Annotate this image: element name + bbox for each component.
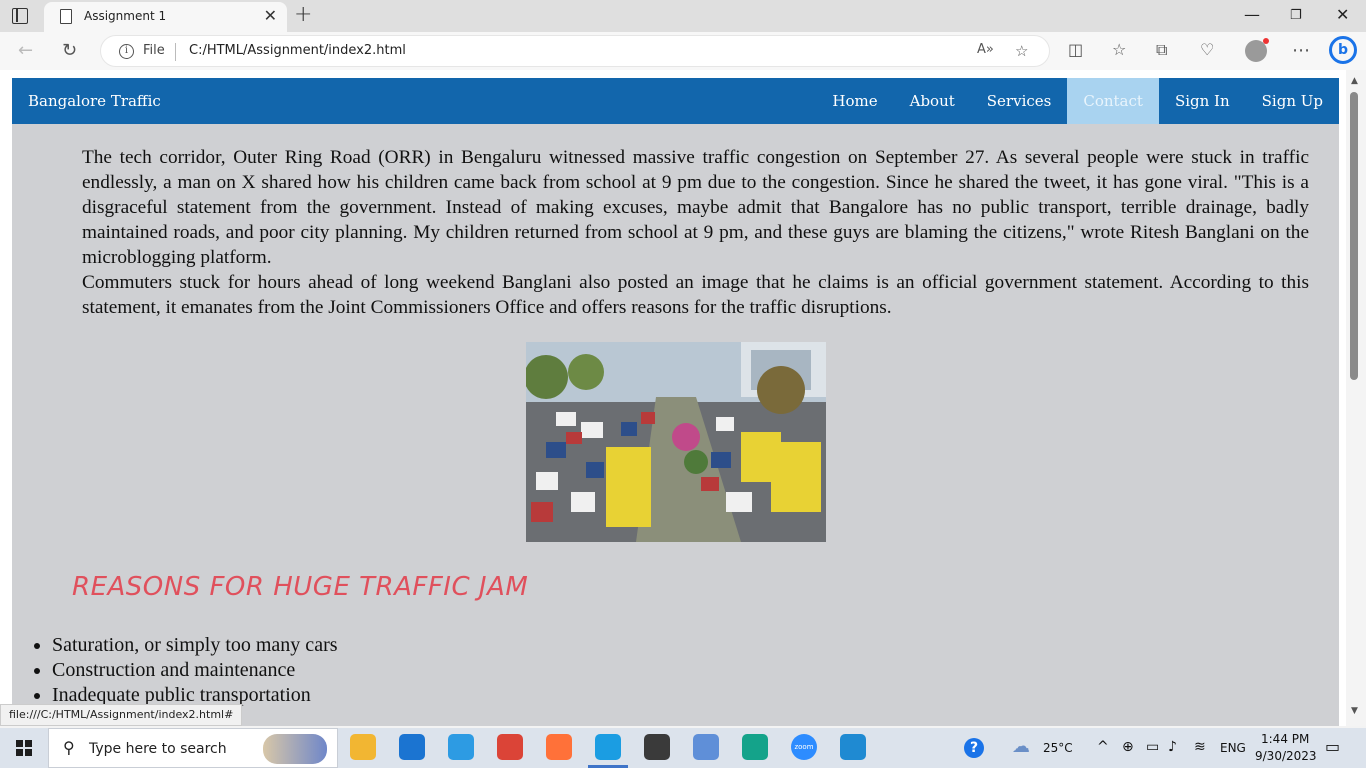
traffic-jam-photo bbox=[526, 342, 826, 542]
file-explorer-icon[interactable] bbox=[350, 734, 376, 760]
internet-explorer-icon[interactable] bbox=[448, 734, 474, 760]
help-icon[interactable]: ? bbox=[964, 738, 984, 758]
edge-icon[interactable] bbox=[595, 734, 621, 760]
tab-actions-icon[interactable] bbox=[12, 8, 28, 24]
taskbar-search-placeholder: Type here to search bbox=[89, 741, 227, 757]
url-text[interactable]: C:/HTML/Assignment/index2.html bbox=[189, 43, 406, 58]
browser-essentials-icon[interactable]: ♡ bbox=[1200, 40, 1214, 59]
tab-title: Assignment 1 bbox=[84, 9, 167, 23]
mail-icon[interactable] bbox=[399, 734, 425, 760]
weather-temperature[interactable]: 25°C bbox=[1043, 741, 1073, 755]
vertical-scrollbar[interactable]: ▲ ▼ bbox=[1346, 70, 1366, 726]
zoom-icon[interactable]: zoom bbox=[791, 734, 817, 760]
more-options-icon[interactable]: ⋯ bbox=[1292, 40, 1310, 61]
notifications-icon[interactable]: ▭ bbox=[1325, 737, 1340, 756]
refresh-icon[interactable]: ↻ bbox=[62, 40, 77, 61]
list-item: Construction and maintenance bbox=[52, 658, 338, 683]
article-text: The tech corridor, Outer Ring Road (ORR)… bbox=[82, 145, 1309, 320]
site-brand[interactable]: Bangalore Traffic bbox=[28, 92, 161, 110]
input-language[interactable]: ENG bbox=[1220, 741, 1246, 755]
search-highlight-image bbox=[263, 734, 327, 764]
split-screen-icon[interactable]: ◫ bbox=[1068, 40, 1083, 59]
page-viewport: Bangalore Traffic Home About Services Co… bbox=[0, 70, 1366, 726]
article-paragraph-1: The tech corridor, Outer Ring Road (ORR)… bbox=[82, 147, 1309, 268]
reasons-heading: REASONS FOR HUGE TRAFFIC JAM bbox=[72, 572, 529, 602]
windows-start-icon[interactable] bbox=[16, 740, 32, 756]
url-divider bbox=[175, 43, 176, 61]
scroll-up-icon[interactable]: ▲ bbox=[1351, 76, 1358, 86]
read-aloud-icon[interactable]: A» bbox=[977, 42, 994, 57]
windows-taskbar: ⚲ Type here to search zoom ? ☁ 25°C ^ ⊕ … bbox=[0, 728, 1366, 768]
collections-icon[interactable]: ⧉ bbox=[1156, 40, 1167, 60]
chrome-icon[interactable] bbox=[497, 734, 523, 760]
battery-saver-icon[interactable]: ⊕ bbox=[1122, 739, 1134, 755]
article-paragraph-2: Commuters stuck for hours ahead of long … bbox=[82, 272, 1309, 318]
profile-avatar[interactable] bbox=[1245, 38, 1269, 62]
copilot-icon[interactable]: b bbox=[1329, 36, 1357, 64]
new-tab-button[interactable]: + bbox=[294, 2, 312, 27]
close-window-button[interactable]: ✕ bbox=[1336, 5, 1349, 24]
restore-button[interactable]: ❐ bbox=[1290, 8, 1302, 23]
tab-strip: Assignment 1 ✕ + — ❐ ✕ bbox=[0, 0, 1366, 32]
nav-contact[interactable]: Contact bbox=[1067, 78, 1159, 124]
taskbar-search-box[interactable]: ⚲ Type here to search bbox=[48, 728, 338, 768]
nav-services[interactable]: Services bbox=[971, 78, 1068, 124]
remote-desktop-icon[interactable] bbox=[693, 734, 719, 760]
nav-about[interactable]: About bbox=[894, 78, 971, 124]
page-favicon-icon bbox=[60, 9, 72, 24]
page-body: Bangalore Traffic Home About Services Co… bbox=[12, 78, 1339, 726]
search-icon: ⚲ bbox=[63, 738, 75, 757]
nav-home[interactable]: Home bbox=[816, 78, 893, 124]
firefox-icon[interactable] bbox=[546, 734, 572, 760]
close-tab-icon[interactable]: ✕ bbox=[264, 6, 277, 25]
nav-sign-up[interactable]: Sign Up bbox=[1246, 78, 1339, 124]
favorite-star-icon[interactable]: ☆ bbox=[1015, 42, 1028, 60]
favorites-icon[interactable]: ☆ bbox=[1112, 40, 1126, 59]
terminal-icon[interactable] bbox=[644, 734, 670, 760]
back-icon[interactable]: ← bbox=[18, 40, 33, 61]
scroll-down-icon[interactable]: ▼ bbox=[1351, 706, 1358, 716]
wifi-icon[interactable]: ≋ bbox=[1194, 739, 1206, 755]
minimize-button[interactable]: — bbox=[1244, 5, 1260, 24]
power-automate-icon[interactable] bbox=[742, 734, 768, 760]
info-icon[interactable]: i bbox=[119, 44, 134, 59]
weather-icon[interactable]: ☁ bbox=[1012, 736, 1030, 757]
nav-sign-in[interactable]: Sign In bbox=[1159, 78, 1246, 124]
clock-time[interactable]: 1:44 PM bbox=[1261, 732, 1309, 746]
url-scheme-label: File bbox=[143, 43, 165, 58]
browser-toolbar: ← ↻ i File C:/HTML/Assignment/index2.htm… bbox=[0, 32, 1366, 70]
browser-tab[interactable]: Assignment 1 ✕ bbox=[44, 2, 287, 32]
list-item: Saturation, or simply too many cars bbox=[52, 633, 338, 658]
vscode-icon[interactable] bbox=[840, 734, 866, 760]
clock-date[interactable]: 9/30/2023 bbox=[1255, 749, 1317, 763]
address-bar[interactable]: i File C:/HTML/Assignment/index2.html A»… bbox=[100, 35, 1050, 67]
volume-icon[interactable]: ♪ bbox=[1168, 739, 1177, 755]
link-status-url: file:///C:/HTML/Assignment/index2.html# bbox=[0, 704, 243, 726]
chevron-up-icon[interactable]: ^ bbox=[1097, 739, 1109, 755]
nav-links: Home About Services Contact Sign In Sign… bbox=[816, 78, 1339, 124]
scroll-thumb[interactable] bbox=[1350, 92, 1358, 380]
battery-icon[interactable]: ▭ bbox=[1146, 739, 1159, 755]
site-navbar: Bangalore Traffic Home About Services Co… bbox=[12, 78, 1339, 124]
